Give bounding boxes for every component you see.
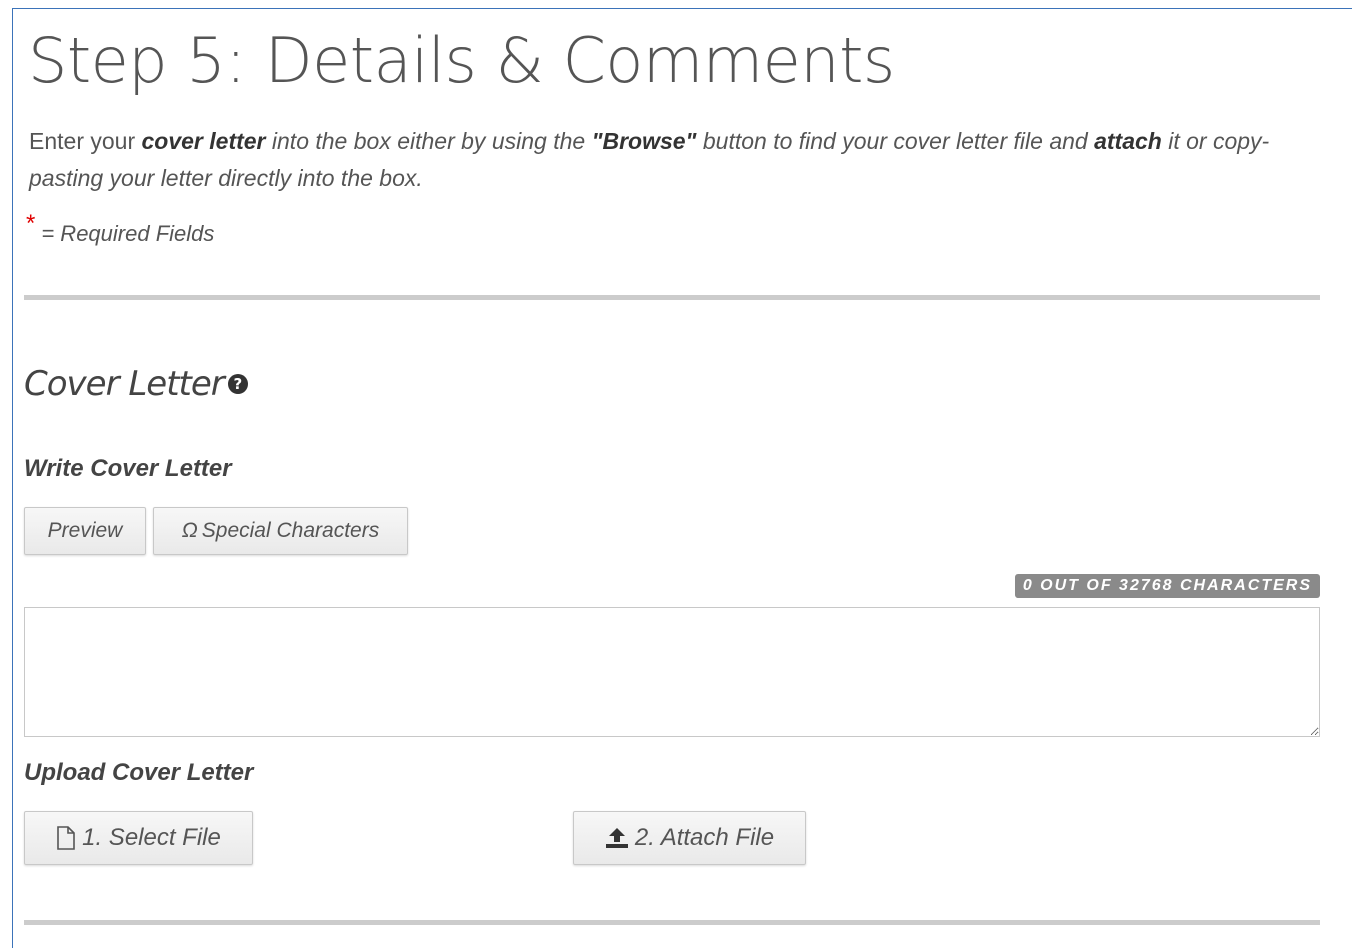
upload-icon <box>605 828 628 848</box>
select-file-button[interactable]: 1. Select File <box>24 811 253 865</box>
attach-file-label: 2. Attach File <box>634 824 775 851</box>
file-icon <box>57 826 75 850</box>
intro-text-1: Enter your <box>29 128 142 154</box>
preview-button[interactable]: Preview <box>24 507 146 555</box>
intro-text-3: button to find your cover letter file an… <box>696 128 1095 154</box>
preview-button-label: Preview <box>47 519 123 542</box>
intro-bold-attach: attach <box>1094 128 1162 154</box>
page-title: Step 5: Details & Comments <box>28 24 895 97</box>
intro-text-2: into the box either by using the <box>265 128 592 154</box>
write-cover-letter-heading: Write Cover Letter <box>24 455 232 482</box>
cover-letter-textarea[interactable] <box>24 607 1320 737</box>
required-star: * <box>26 210 36 237</box>
required-label: = Required Fields <box>41 221 215 246</box>
required-fields-note: * = Required Fields <box>26 210 215 248</box>
section-divider-top <box>24 295 1320 300</box>
intro-bold-cover-letter: cover letter <box>141 128 266 154</box>
intro-bold-browse: "Browse" <box>591 128 697 154</box>
section-title-label: Cover Letter <box>24 364 225 404</box>
upload-cover-letter-heading: Upload Cover Letter <box>24 759 254 786</box>
section-divider-bottom <box>24 920 1320 925</box>
special-characters-button[interactable]: Ω Special Characters <box>153 507 408 555</box>
special-characters-label: Special Characters <box>201 519 380 542</box>
omega-icon: Ω <box>181 519 198 542</box>
section-title-cover-letter: Cover Letter? <box>24 364 248 404</box>
intro-text: Enter your cover letter into the box eit… <box>29 123 1289 197</box>
attach-file-button[interactable]: 2. Attach File <box>573 811 806 865</box>
character-count-badge: 0 OUT OF 32768 CHARACTERS <box>1014 574 1320 598</box>
select-file-label: 1. Select File <box>82 824 221 851</box>
question-circle-icon[interactable]: ? <box>227 373 248 394</box>
